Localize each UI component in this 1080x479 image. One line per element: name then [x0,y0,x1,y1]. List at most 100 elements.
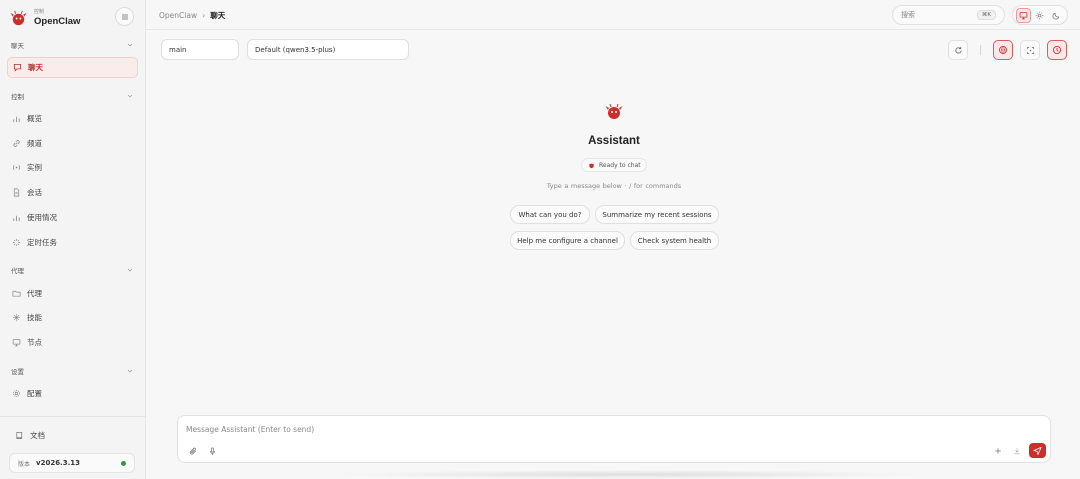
group-header-agents[interactable]: 代理 [11,265,133,275]
group-header-chat[interactable]: 聊天 [11,40,133,50]
chat-bubble-icon [13,63,22,72]
sidebar-item-label: 实例 [27,163,42,172]
voice-input-button[interactable] [206,445,218,457]
suggestion-chip[interactable]: Help me configure a channel [510,231,625,250]
brand[interactable]: 控制 OpenClaw [9,7,80,29]
version-label: 版本 [18,460,31,468]
menu-icon [121,14,128,19]
moon-icon [1052,12,1060,19]
theme-dark-button[interactable] [1049,8,1064,23]
send-button[interactable] [1029,443,1046,458]
group-label: 代理 [11,267,24,275]
sidebar-item-instances[interactable]: 实例 [7,157,138,178]
attach-button[interactable] [187,445,199,457]
sidebar-item-skills[interactable]: 技能 [7,307,138,328]
command-hint: Type a message below · / for commands [546,182,682,190]
version-box: 版本 v2026.3.13 [9,453,135,473]
history-button[interactable] [1047,40,1067,60]
group-header-settings[interactable]: 设置 [11,366,133,376]
suggestion-chip[interactable]: Check system health [630,231,719,250]
breadcrumb-separator: › [202,11,206,20]
sidebar: 控制 OpenClaw 聊天 聊天 控制 概览 频道 实例 会话 使用情况 定时… [0,0,146,479]
topbar: OpenClaw › 聊天 搜索 ⌘K [146,0,1080,30]
radio-icon [12,164,21,171]
assistant-name: Assistant [588,135,640,147]
sidebar-item-label: 代理 [27,289,42,298]
bar-chart-icon [13,116,20,123]
chevron-down-icon [127,94,133,98]
group-header-control[interactable]: 控制 [11,91,133,101]
sidebar-item-label: 定时任务 [27,238,57,247]
group-label: 设置 [11,368,24,376]
theme-light-button[interactable] [1032,8,1047,23]
sparkle-icon [12,313,21,322]
brand-subtitle: 控制 [34,8,45,15]
suggestion-label: Check system health [637,236,712,245]
new-chat-button[interactable] [992,445,1004,457]
suggestion-label: Summarize my recent sessions [602,210,712,219]
theme-switcher [1012,5,1068,25]
brand-name: OpenClaw [34,15,81,27]
toolbar-divider [980,45,981,55]
status-text: Ready to chat [599,161,641,169]
export-button[interactable] [1011,445,1023,457]
suggestion-label: Help me configure a channel [517,236,618,245]
link-icon [13,140,20,147]
docs-label: 文档 [30,430,45,440]
message-input[interactable] [186,423,886,435]
refresh-icon [954,46,962,54]
status-badge: Ready to chat [581,158,647,172]
session-value: main [169,45,187,54]
sidebar-item-overview[interactable]: 概览 [7,108,138,129]
sidebar-item-label: 技能 [27,313,42,322]
message-composer [177,415,1051,463]
sidebar-item-docs[interactable]: 文档 [15,428,45,442]
gear-icon [13,390,20,397]
sidebar-item-agents[interactable]: 代理 [7,283,138,304]
sidebar-item-chat[interactable]: 聊天 [7,57,138,78]
search-box[interactable]: 搜索 ⌘K [892,5,1005,25]
suggestion-chip[interactable]: What can you do? [510,205,590,224]
monitor-icon [12,339,21,347]
sidebar-item-sessions[interactable]: 会话 [7,182,138,203]
document-icon [13,188,20,197]
book-icon [16,431,23,439]
focus-icon [1026,46,1034,54]
session-select[interactable]: main [161,39,239,60]
sidebar-item-cron[interactable]: 定时任务 [7,232,138,253]
model-value: Default (qwen3.5-plus) [255,45,336,54]
sidebar-item-config[interactable]: 配置 [7,383,138,404]
microphone-icon [209,447,215,455]
search-placeholder: 搜索 [901,11,915,19]
bar-chart-icon [13,215,20,222]
theme-system-button[interactable] [1015,7,1031,23]
send-icon [1033,446,1042,455]
sidebar-item-nodes[interactable]: 节点 [7,332,138,353]
sidebar-item-label: 配置 [27,389,42,398]
focus-mode-button[interactable] [1020,40,1040,60]
download-icon [1014,448,1020,455]
monitor-icon [1019,11,1028,19]
refresh-button[interactable] [948,40,968,60]
breadcrumb-root[interactable]: OpenClaw [159,11,197,20]
plus-icon [995,448,1001,454]
collapse-sidebar-button[interactable] [115,7,134,26]
composer-shadow [330,470,930,479]
version-number: v2026.3.13 [36,459,80,467]
chevron-down-icon [127,268,133,272]
assistant-avatar-icon [605,103,623,119]
sidebar-item-channels[interactable]: 频道 [7,133,138,154]
model-select[interactable]: Default (qwen3.5-plus) [247,39,409,60]
sidebar-divider [0,416,146,417]
sidebar-item-label: 频道 [27,139,42,148]
sidebar-item-usage[interactable]: 使用情况 [7,207,138,228]
thinking-toggle-button[interactable] [993,40,1013,60]
sun-icon [1036,11,1044,19]
brain-icon [999,46,1007,54]
breadcrumb-current: 聊天 [210,11,226,20]
group-label: 聊天 [11,42,24,50]
suggestion-chip[interactable]: Summarize my recent sessions [595,205,719,224]
sidebar-item-label: 概览 [27,114,42,123]
sidebar-item-label: 聊天 [28,63,43,72]
connection-status-dot [121,461,126,466]
